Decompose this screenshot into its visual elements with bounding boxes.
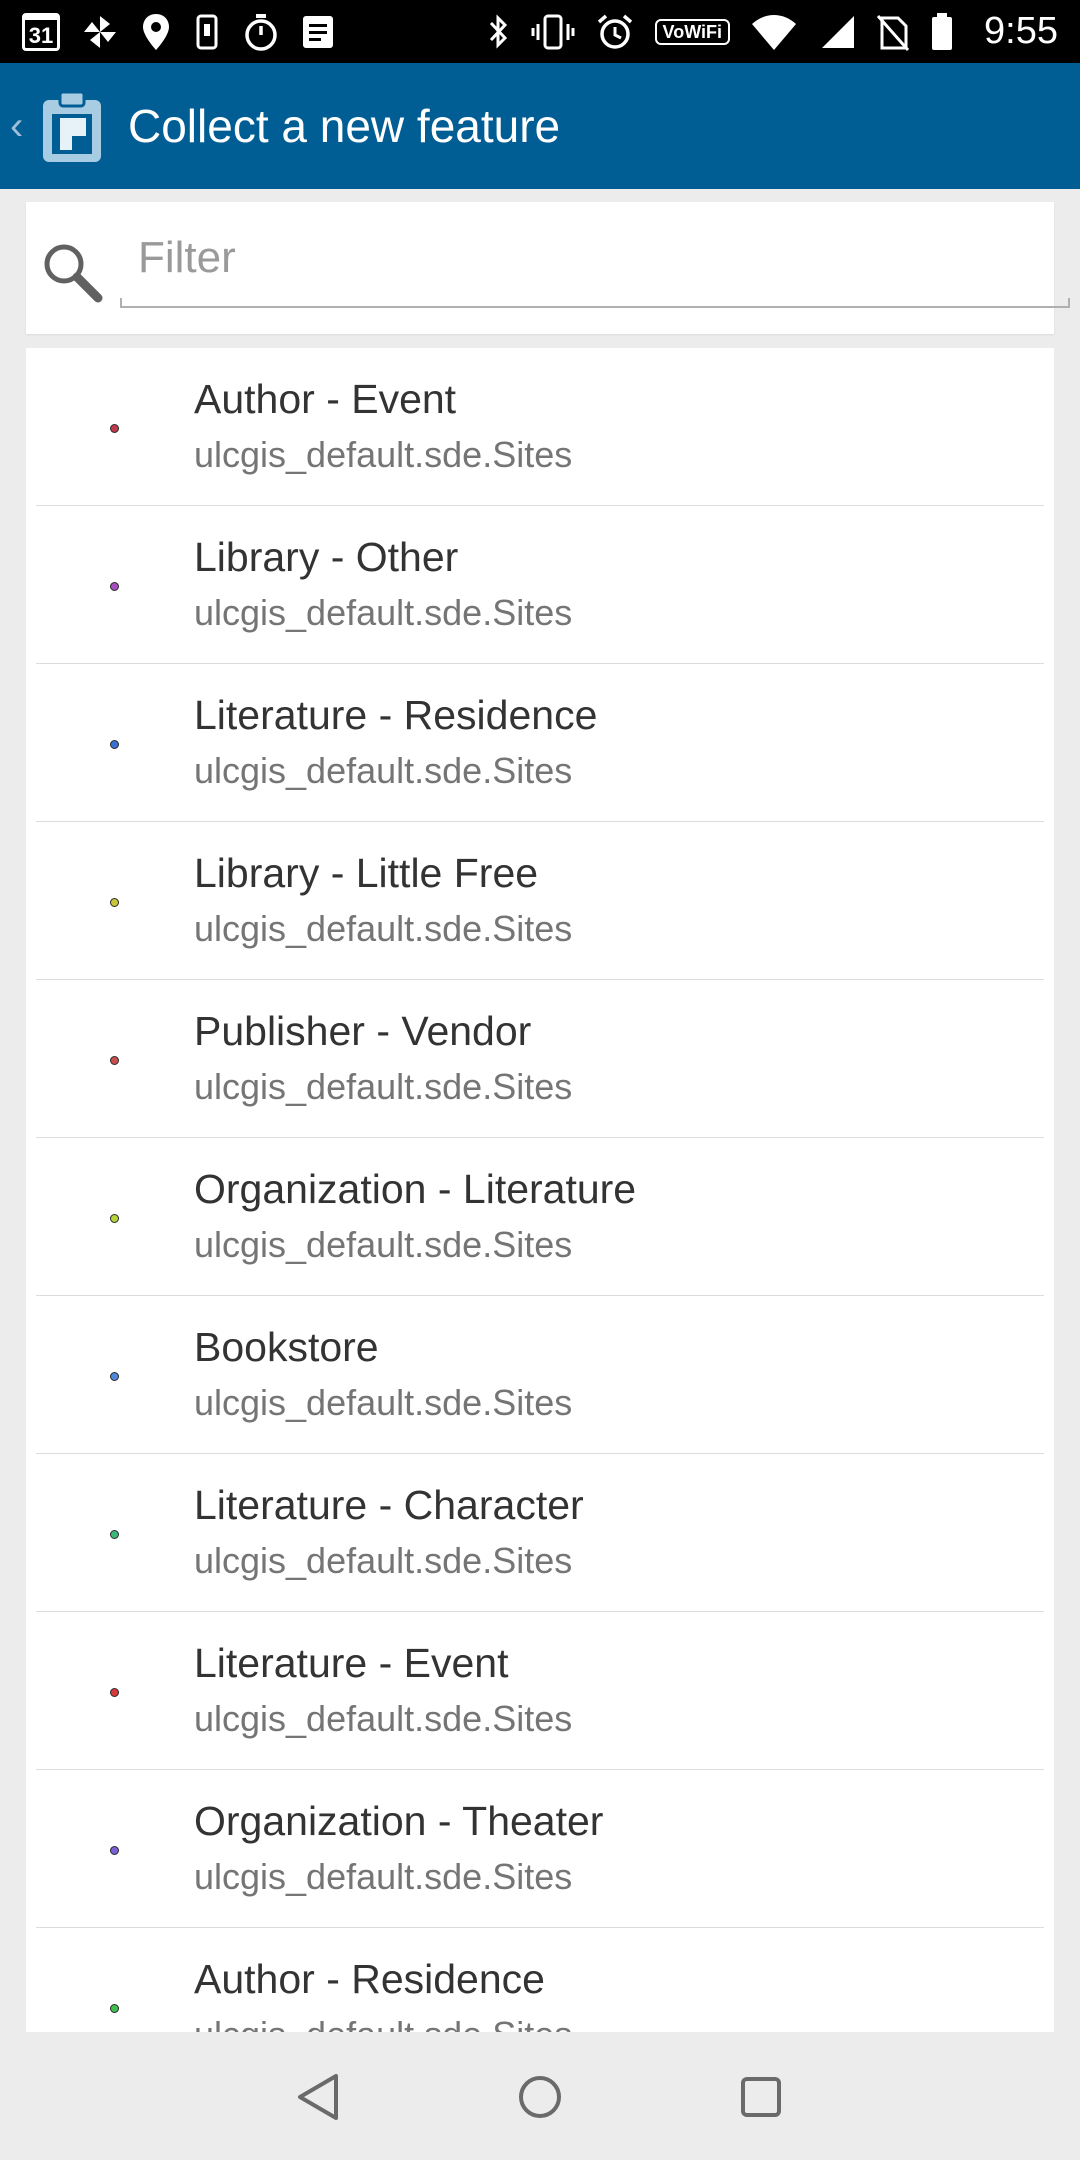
- feature-list-item[interactable]: Literature - Event ulcgis_default.sde.Sit…: [36, 1612, 1044, 1770]
- feature-title: Library - Other: [194, 534, 459, 580]
- feature-title: Author - Event: [194, 376, 457, 422]
- feature-list-item[interactable]: Bookstore ulcgis_default.sde.Sites: [36, 1296, 1044, 1454]
- feature-title: Library - Little Free: [194, 850, 539, 896]
- feature-source: ulcgis_default.sde.Sites: [194, 1066, 573, 1107]
- feature-title: Publisher - Vendor: [194, 1008, 532, 1054]
- chevron-left-icon[interactable]: ‹: [10, 104, 34, 149]
- feature-title: Literature - Event: [194, 1640, 509, 1686]
- feature-source: ulcgis_default.sde.Sites: [194, 1382, 573, 1423]
- feature-symbol-icon: [110, 1372, 119, 1381]
- status-bar-left: 31: [22, 12, 336, 52]
- feature-symbol-icon: [110, 582, 119, 591]
- calendar-icon: 31: [22, 12, 60, 52]
- battery-icon: [930, 12, 954, 52]
- filter-input[interactable]: [120, 230, 1060, 286]
- status-bar: 31 VoWiFi 9:55: [0, 0, 1080, 63]
- no-sim-icon: [876, 12, 910, 52]
- feature-source: ulcgis_default.sde.Sites: [194, 434, 573, 475]
- feature-source: ulcgis_default.sde.Sites: [194, 1856, 573, 1897]
- cell-signal-icon: [818, 12, 856, 52]
- recents-square-icon[interactable]: [733, 2069, 789, 2125]
- feature-list-item[interactable]: Publisher - Vendor ulcgis_default.sde.Sit…: [36, 980, 1044, 1138]
- feature-title: Organization - Literature: [194, 1166, 637, 1212]
- search-icon: [44, 244, 103, 303]
- navigation-bar: [0, 2034, 1080, 2160]
- feature-source: ulcgis_default.sde.Sites: [194, 2014, 572, 2032]
- feature-symbol-icon: [110, 1846, 119, 1855]
- status-bar-right: VoWiFi 9:55: [485, 10, 1058, 53]
- status-time: 9:55: [984, 10, 1058, 52]
- feature-symbol-icon: [110, 1214, 119, 1223]
- feature-source: ulcgis_default.sde.Sites: [194, 1698, 573, 1739]
- feature-title: Literature - Residence: [194, 692, 598, 738]
- feature-symbol-icon: [110, 1056, 119, 1065]
- vowifi-icon: VoWiFi: [654, 12, 731, 52]
- feature-title: Author - Residence: [194, 1956, 545, 2002]
- feature-symbol-icon: [110, 1688, 119, 1697]
- wifi-icon: [750, 12, 798, 52]
- feature-title: Bookstore: [194, 1324, 379, 1370]
- feature-list-item[interactable]: Organization - Theater ulcgis_default.sde…: [36, 1770, 1044, 1928]
- feature-source: ulcgis_default.sde.Sites: [194, 908, 573, 949]
- feature-symbol-icon: [110, 2004, 119, 2013]
- feature-source: ulcgis_default.sde.Sites: [194, 1224, 573, 1265]
- feature-list-item[interactable]: Library - Little Free ulcgis_default.sde.…: [36, 822, 1044, 980]
- notes-icon: [300, 12, 336, 52]
- feature-list-item[interactable]: Author - Residence ulcgis_default.sde.Sit…: [36, 1928, 1044, 2032]
- feature-symbol-icon: [110, 424, 119, 433]
- feature-list-item[interactable]: Author - Event ulcgis_default.sde.Sites: [36, 348, 1044, 506]
- calendar-day: 31: [22, 12, 60, 51]
- feature-list-item[interactable]: Organization - Literature ulcgis_default.…: [36, 1138, 1044, 1296]
- feature-list-item[interactable]: Literature - Residence ulcgis_default.sde…: [36, 664, 1044, 822]
- feature-title: Literature - Character: [194, 1482, 584, 1528]
- vowifi-label: VoWiFi: [654, 18, 731, 45]
- back-triangle-icon[interactable]: [291, 2069, 347, 2125]
- feature-symbol-icon: [110, 1530, 119, 1539]
- vibrate-icon: [531, 12, 575, 52]
- phone-sync-icon: [192, 12, 222, 52]
- app-bar: ‹ Collect a new feature: [0, 63, 1080, 189]
- filter-bar: [26, 202, 1070, 334]
- feature-source: ulcgis_default.sde.Sites: [194, 1540, 573, 1581]
- feature-list-item[interactable]: Library - Other ulcgis_default.sde.Sites: [36, 506, 1044, 664]
- feature-list-item[interactable]: Literature - Character ulcgis_default.sde…: [36, 1454, 1044, 1612]
- alarm-icon: [595, 12, 635, 52]
- feature-source: ulcgis_default.sde.Sites: [194, 592, 573, 633]
- feature-source: ulcgis_default.sde.Sites: [194, 750, 573, 791]
- clipboard-icon[interactable]: [40, 88, 104, 164]
- filter-underline: [120, 298, 1070, 308]
- feature-title: Organization - Theater: [194, 1798, 604, 1844]
- pinwheel-icon: [80, 12, 120, 52]
- feature-symbol-icon: [110, 898, 119, 907]
- feature-symbol-icon: [110, 740, 119, 749]
- stopwatch-icon: [242, 12, 280, 52]
- location-pin-icon: [140, 12, 172, 52]
- page-title: Collect a new feature: [128, 100, 561, 152]
- bluetooth-icon: [485, 12, 511, 52]
- feature-list: Author - Event ulcgis_default.sde.Sites Li…: [26, 348, 1054, 2032]
- home-circle-icon[interactable]: [512, 2069, 568, 2125]
